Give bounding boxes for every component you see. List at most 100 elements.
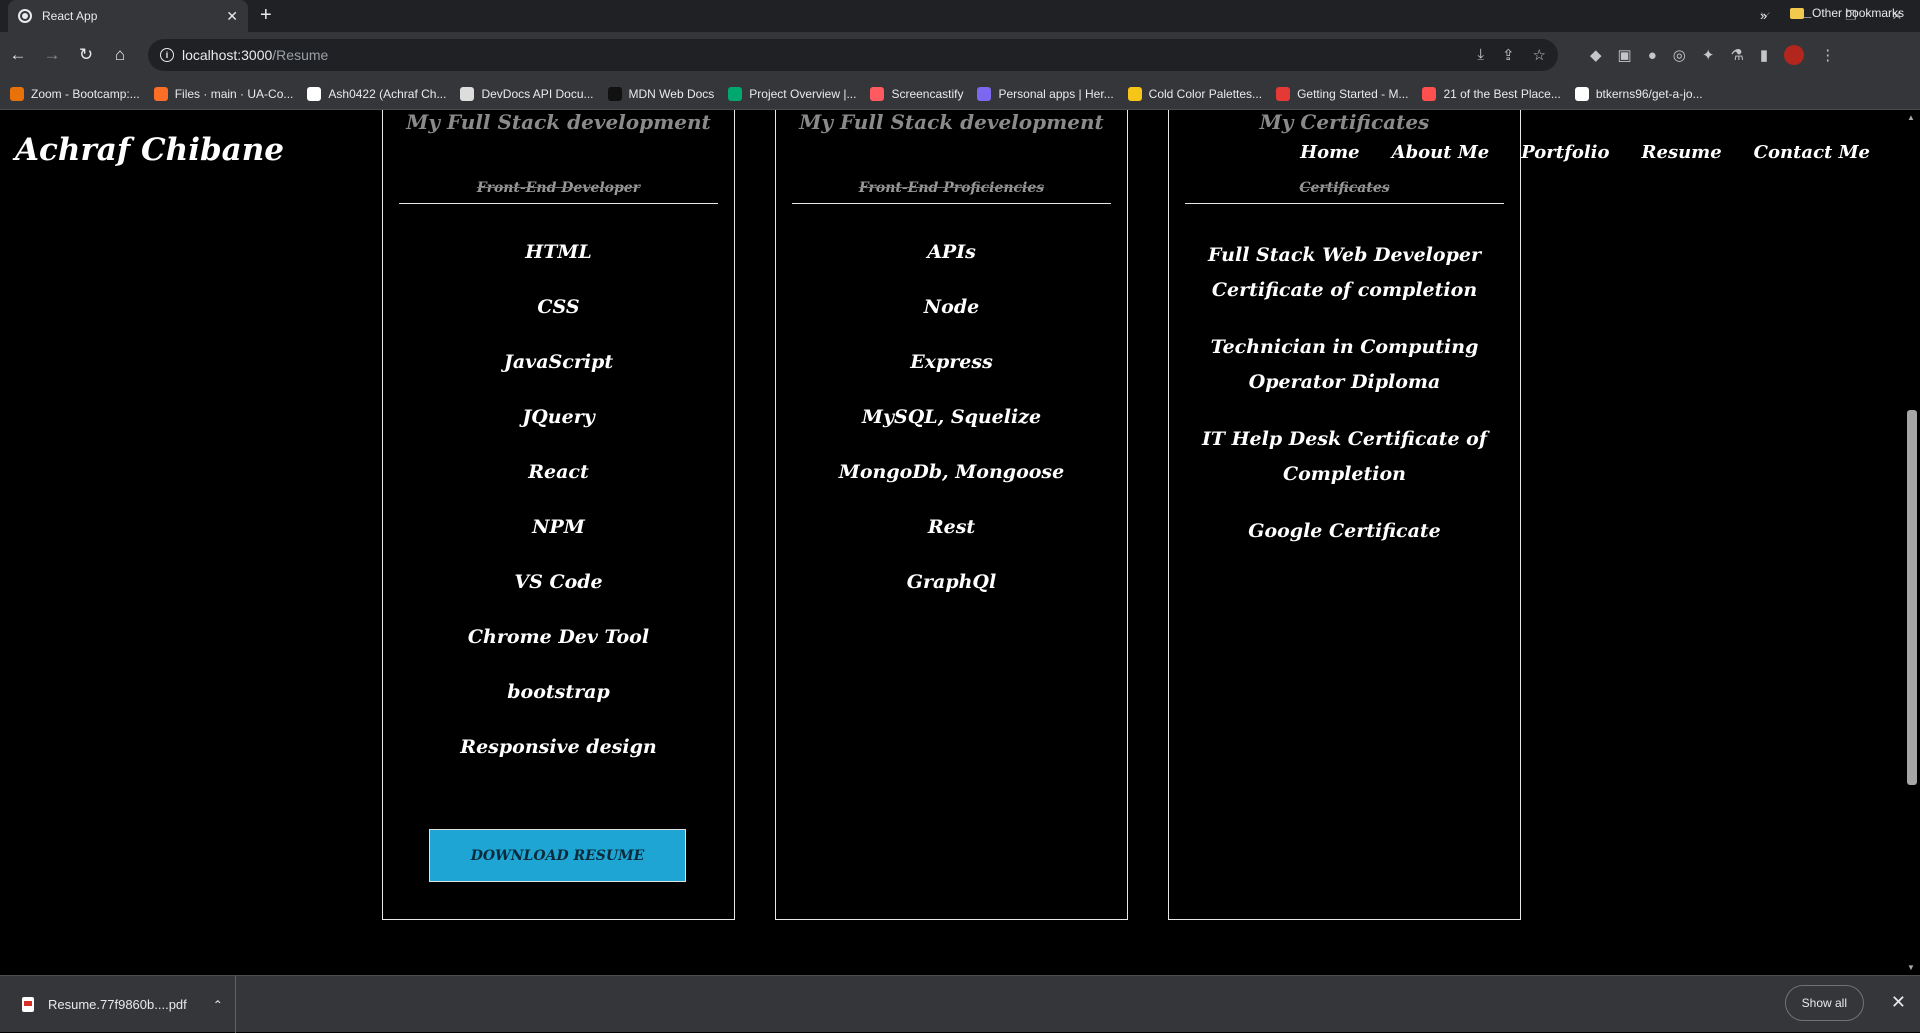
site-nav: Home About Me Portfolio Resume Contact M… xyxy=(1300,142,1870,163)
skills-column-frontend: My Full Stack development Front-End Deve… xyxy=(382,110,735,920)
bookmark-favicon-icon xyxy=(1574,86,1589,101)
close-shelf-icon[interactable]: ✕ xyxy=(1891,992,1906,1013)
list-item: JQuery xyxy=(522,406,595,428)
column-heading: My Certificates xyxy=(1259,110,1430,134)
list-item: MySQL, Squelize xyxy=(861,406,1042,428)
list-item: IT Help Desk Certificate of Completion xyxy=(1201,428,1488,485)
forward-icon[interactable]: → xyxy=(36,39,68,71)
list-item: JavaScript xyxy=(503,351,614,373)
bookmark-item[interactable]: MDN Web Docs xyxy=(607,86,715,101)
list-item: Google Certificate xyxy=(1248,520,1441,542)
home-icon[interactable]: ⌂ xyxy=(104,39,136,71)
extension-icon[interactable]: ● xyxy=(1648,47,1657,64)
list-item: Responsive design xyxy=(460,736,657,758)
side-panel-icon[interactable]: ▮ xyxy=(1760,46,1768,64)
react-favicon-icon xyxy=(18,9,32,23)
list-item: MongoDb, Mongoose xyxy=(838,461,1065,483)
certificates-list: Full Stack Web Developer Certificate of … xyxy=(1179,236,1510,569)
list-item: bootstrap xyxy=(507,681,610,703)
bookmark-item[interactable]: DevDocs API Docu... xyxy=(460,86,594,101)
nav-contact-me[interactable]: Contact Me xyxy=(1754,142,1870,163)
bookmark-label: Screencastify xyxy=(891,86,964,101)
list-item: APIs xyxy=(927,241,976,263)
list-item: Express xyxy=(910,351,993,373)
reload-icon[interactable]: ↻ xyxy=(70,39,102,71)
bookmark-item[interactable]: Files · main · UA-Co... xyxy=(153,86,293,101)
more-bookmarks-icon[interactable]: » xyxy=(1760,8,1767,23)
bookmark-favicon-icon xyxy=(1422,86,1437,101)
scroll-down-icon[interactable]: ▼ xyxy=(1907,963,1915,972)
bookmark-favicon-icon xyxy=(977,86,992,101)
tab-bar: React App ✕ + ⌵ — ❐ ✕ xyxy=(0,0,1920,32)
folder-icon xyxy=(1790,7,1804,19)
bookmark-label: 21 of the Best Place... xyxy=(1443,86,1561,101)
share-icon[interactable]: ⇪ xyxy=(1502,46,1515,64)
list-item: React xyxy=(528,461,589,483)
bookmark-item[interactable]: Screencastify xyxy=(870,86,964,101)
list-item: Rest xyxy=(927,516,976,538)
skills-list: HTML CSS JavaScript JQuery React NPM VS … xyxy=(393,236,724,786)
bookmark-label: MDN Web Docs xyxy=(628,86,715,101)
nav-about-me[interactable]: About Me xyxy=(1392,142,1490,163)
bookmark-label: Personal apps | Her... xyxy=(998,86,1114,101)
bookmark-item[interactable]: Zoom - Bootcamp:... xyxy=(10,86,140,101)
bookmark-item[interactable]: 21 of the Best Place... xyxy=(1422,86,1561,101)
bookmark-item[interactable]: Ash0422 (Achraf Ch... xyxy=(307,86,447,101)
nav-home[interactable]: Home xyxy=(1300,142,1360,163)
extension-icon[interactable]: ◎ xyxy=(1673,46,1686,64)
skills-column-proficiencies: My Full Stack development Front-End Prof… xyxy=(775,110,1128,920)
extension-icon[interactable]: ◆ xyxy=(1590,46,1602,64)
list-item: Technician in Computing Operator Diploma xyxy=(1210,336,1479,393)
browser-toolbar: ← → ↻ ⌂ i localhost:3000/Resume ⤓ ⇪ ☆ ◆ … xyxy=(0,32,1920,78)
extensions-area: ◆ ▣ ● ◎ ✦ ⚗ ▮ ⋮ xyxy=(1590,32,1835,78)
bookmark-label: Ash0422 (Achraf Ch... xyxy=(328,86,447,101)
column-subheading: Front-End Proficiencies xyxy=(792,180,1111,204)
bookmark-favicon-icon xyxy=(307,86,322,101)
bookmark-favicon-icon xyxy=(607,86,622,101)
scroll-up-icon[interactable]: ▲ xyxy=(1907,113,1915,122)
bookmark-label: Getting Started - M... xyxy=(1297,86,1409,101)
bookmark-favicon-icon xyxy=(153,86,168,101)
download-resume-button[interactable]: DOWNLOAD RESUME xyxy=(429,829,686,882)
bookmark-item[interactable]: Project Overview |... xyxy=(728,86,856,101)
close-tab-icon[interactable]: ✕ xyxy=(226,8,238,25)
download-shelf: Resume.77f9860b....pdf ⌃ Show all ✕ xyxy=(0,975,1920,1033)
browser-tab[interactable]: React App ✕ xyxy=(8,0,248,32)
show-all-button[interactable]: Show all xyxy=(1784,985,1864,1021)
extension-icon[interactable]: ▣ xyxy=(1618,46,1632,64)
site-brand[interactable]: Achraf Chibane xyxy=(15,132,284,168)
column-heading: My Full Stack development xyxy=(799,110,1104,134)
page-scrollbar[interactable]: ▲ ▼ xyxy=(1904,110,1920,975)
download-item[interactable]: Resume.77f9860b....pdf ⌃ xyxy=(0,976,236,1033)
chevron-up-icon[interactable]: ⌃ xyxy=(213,998,223,1012)
bookmark-label: Cold Color Palettes... xyxy=(1148,86,1263,101)
certificates-column: My Certificates Certificates Full Stack … xyxy=(1168,110,1521,920)
bookmark-label: btkerns96/get-a-jo... xyxy=(1595,86,1703,101)
site-info-icon[interactable]: i xyxy=(160,48,174,62)
column-subheading: Certificates xyxy=(1185,180,1504,204)
install-app-icon[interactable]: ⤓ xyxy=(1477,46,1484,64)
labs-icon[interactable]: ⚗ xyxy=(1730,46,1743,64)
scrollbar-thumb[interactable] xyxy=(1907,410,1917,785)
address-bar[interactable]: i localhost:3000/Resume ⤓ ⇪ ☆ xyxy=(148,39,1558,71)
other-bookmarks[interactable]: Other bookmarks xyxy=(1790,6,1904,20)
nav-portfolio[interactable]: Portfolio xyxy=(1521,142,1609,163)
back-icon[interactable]: ← xyxy=(2,39,34,71)
bookmark-item[interactable]: Personal apps | Her... xyxy=(977,86,1114,101)
nav-resume[interactable]: Resume xyxy=(1642,142,1722,163)
new-tab-button[interactable]: + xyxy=(260,4,272,26)
bookmark-item[interactable]: Getting Started - M... xyxy=(1276,86,1409,101)
menu-icon[interactable]: ⋮ xyxy=(1820,46,1835,64)
column-subheading: Front-End Developer xyxy=(399,180,718,204)
bookmark-star-icon[interactable]: ☆ xyxy=(1533,46,1546,64)
list-item: Chrome Dev Tool xyxy=(467,626,650,648)
puzzle-extensions-icon[interactable]: ✦ xyxy=(1702,46,1715,64)
bookmark-favicon-icon xyxy=(10,86,24,101)
bookmark-item[interactable]: Cold Color Palettes... xyxy=(1127,86,1263,101)
profile-avatar[interactable] xyxy=(1784,45,1805,65)
skills-list: APIs Node Express MySQL, Squelize MongoD… xyxy=(786,236,1117,621)
list-item: GraphQl xyxy=(906,571,997,593)
bookmark-favicon-icon xyxy=(460,86,475,101)
url-text[interactable]: localhost:3000/Resume xyxy=(182,47,1477,63)
bookmark-item[interactable]: btkerns96/get-a-jo... xyxy=(1574,86,1703,101)
